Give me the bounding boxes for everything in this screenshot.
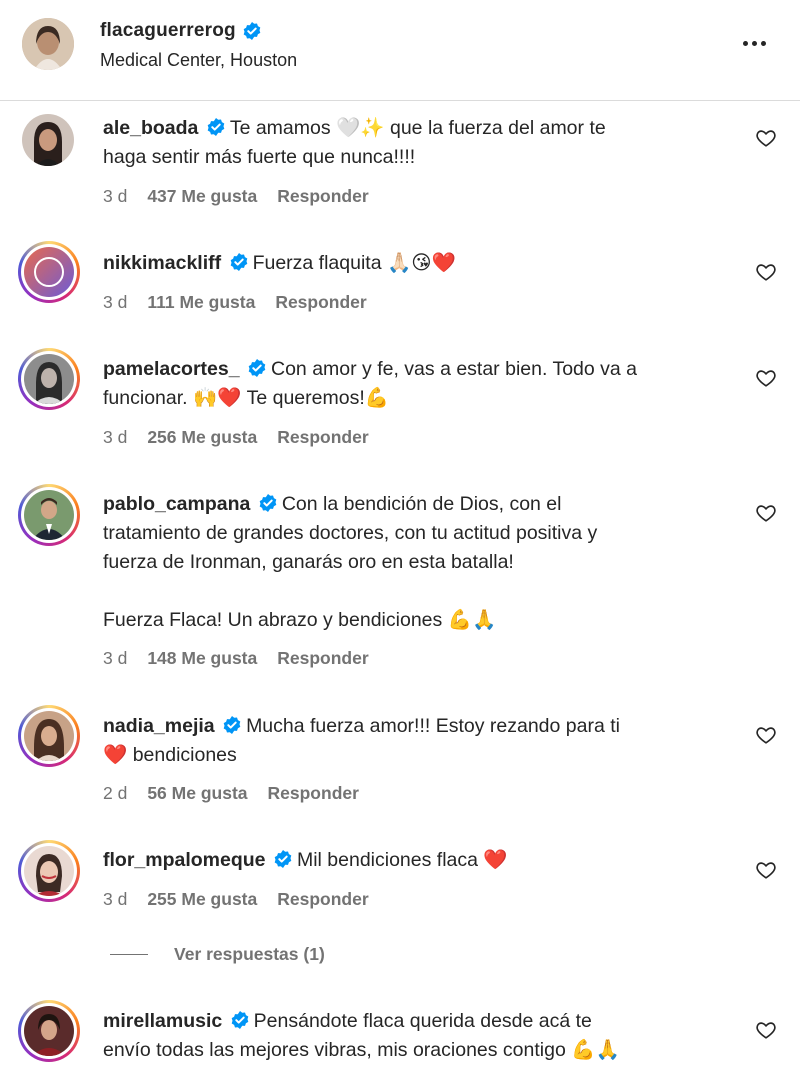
reply-button[interactable]: Responder [277, 186, 368, 207]
comment-meta: 3 d 437 Me gusta Responder [103, 186, 369, 207]
reply-button[interactable]: Responder [277, 427, 368, 448]
comment-username[interactable]: nikkimackliff [103, 252, 221, 274]
comment-meta: 2 d 56 Me gusta Responder [103, 783, 359, 804]
story-ring[interactable] [18, 705, 80, 767]
heart-outline-icon[interactable] [755, 261, 777, 283]
heart-outline-icon[interactable] [755, 502, 777, 524]
comment-text: mirellamusic Pensándote flaca querida de… [103, 1007, 723, 1065]
comment-text: nikkimackliff Fuerza flaquita 🙏🏻😘❤️ [103, 249, 723, 278]
comment-likes[interactable]: 437 Me gusta [147, 186, 257, 207]
comment-time[interactable]: 3 d [103, 427, 127, 448]
comment-likes[interactable]: 148 Me gusta [147, 648, 257, 669]
story-ring[interactable] [18, 484, 80, 546]
comment-username[interactable]: ale_boada [103, 117, 198, 139]
post-header: flacaguerrerog Medical Center, Houston [0, 0, 800, 101]
comment-likes[interactable]: 255 Me gusta [147, 889, 257, 910]
heart-outline-icon[interactable] [755, 859, 777, 881]
story-ring[interactable] [18, 241, 80, 303]
comment-meta: 3 d 256 Me gusta Responder [103, 427, 369, 448]
comment-body-line: Mil bendiciones flaca ❤️ [296, 849, 508, 871]
comment-body-line: funcionar. 🙌❤️ Te queremos!💪 [103, 387, 390, 409]
comment-body-line: haga sentir más fuerte que nunca!!!! [103, 146, 416, 168]
comment-username[interactable]: mirellamusic [103, 1010, 222, 1032]
commenter-avatar [24, 490, 74, 540]
comment-time[interactable]: 3 d [103, 186, 127, 207]
comment-body-line: Con amor y fe, vas a estar bien. Todo va… [271, 358, 638, 380]
verified-badge-icon [222, 715, 242, 735]
comment-body-line: tratamiento de grandes doctores, con tu … [103, 522, 598, 544]
story-ring[interactable] [18, 1000, 80, 1062]
comment-username[interactable]: pamelacortes_ [103, 358, 240, 380]
comment-time[interactable]: 3 d [103, 292, 127, 313]
commenter-avatar [24, 247, 74, 297]
verified-badge-icon [229, 252, 249, 272]
comment-meta: 3 d 255 Me gusta Responder [103, 889, 369, 910]
heart-outline-icon[interactable] [755, 367, 777, 389]
reply-button[interactable]: Responder [277, 889, 368, 910]
verified-badge-icon [230, 1010, 250, 1030]
heart-outline-icon[interactable] [755, 724, 777, 746]
comment-text: pablo_campana Con la bendición de Dios, … [103, 490, 723, 635]
more-horizontal-icon[interactable] [736, 28, 772, 58]
comment-time[interactable]: 3 d [103, 648, 127, 669]
commenter-avatar [24, 711, 74, 761]
heart-outline-icon[interactable] [755, 1019, 777, 1041]
owner-avatar[interactable] [22, 18, 74, 70]
comment-time[interactable]: 3 d [103, 889, 127, 910]
reply-button[interactable]: Responder [275, 292, 366, 313]
commenter-avatar [24, 1006, 74, 1056]
comment-text: pamelacortes_ Con amor y fe, vas a estar… [103, 355, 723, 413]
verified-badge-icon [258, 493, 278, 513]
verified-badge-icon [242, 21, 262, 41]
commenter-avatar [24, 354, 74, 404]
comment-meta: 3 d 111 Me gusta Responder [103, 292, 367, 313]
comment-body-line: Con la bendición de Dios, con el [281, 493, 562, 515]
comment-meta: 3 d 148 Me gusta Responder [103, 648, 369, 669]
comment-body-line: ❤️ bendiciones [103, 744, 237, 766]
story-ring[interactable] [18, 840, 80, 902]
story-ring[interactable] [18, 348, 80, 410]
commenter-avatar[interactable] [22, 114, 74, 166]
comment-body-line: Mucha fuerza amor!!! Estoy rezando para … [246, 715, 620, 737]
comment-username[interactable]: flor_mpalomeque [103, 849, 266, 871]
comment-body-line: envío todas las mejores vibras, mis orac… [103, 1039, 620, 1061]
verified-badge-icon [206, 117, 226, 137]
verified-badge-icon [273, 849, 293, 869]
comment-text: flor_mpalomeque Mil bendiciones flaca ❤️ [103, 846, 723, 875]
view-replies-button[interactable]: Ver respuestas (1) [110, 944, 325, 965]
comment-likes[interactable]: 56 Me gusta [147, 783, 247, 804]
comment-username[interactable]: pablo_campana [103, 493, 250, 515]
view-replies-label: Ver respuestas (1) [174, 944, 325, 964]
post-location[interactable]: Medical Center, Houston [100, 50, 297, 71]
comment-username[interactable]: nadia_mejia [103, 715, 215, 737]
owner-username-row[interactable]: flacaguerrerog [100, 20, 262, 42]
comment-body-line: Fuerza Flaca! Un abrazo y bendiciones 💪🙏 [103, 609, 497, 631]
comment-likes[interactable]: 256 Me gusta [147, 427, 257, 448]
comment-body-line: Pensándote flaca querida desde acá te [253, 1010, 592, 1032]
owner-username[interactable]: flacaguerrerog [100, 20, 236, 42]
comment-likes[interactable]: 111 Me gusta [147, 292, 255, 313]
reply-button[interactable]: Responder [277, 648, 368, 669]
comment-text: nadia_mejia Mucha fuerza amor!!! Estoy r… [103, 712, 723, 770]
comment-body-line: Fuerza flaquita 🙏🏻😘❤️ [252, 252, 456, 274]
commenter-avatar [24, 846, 74, 896]
heart-outline-icon[interactable] [755, 127, 777, 149]
comment-time[interactable]: 2 d [103, 783, 127, 804]
comment-text: ale_boada Te amamos 🤍✨ que la fuerza del… [103, 114, 723, 172]
verified-badge-icon [247, 358, 267, 378]
reply-button[interactable]: Responder [268, 783, 359, 804]
comment-body-line: fuerza de Ironman, ganarás oro en esta b… [103, 551, 514, 573]
replies-divider [110, 954, 148, 955]
comment-body-line: Te amamos 🤍✨ que la fuerza del amor te [229, 117, 606, 139]
